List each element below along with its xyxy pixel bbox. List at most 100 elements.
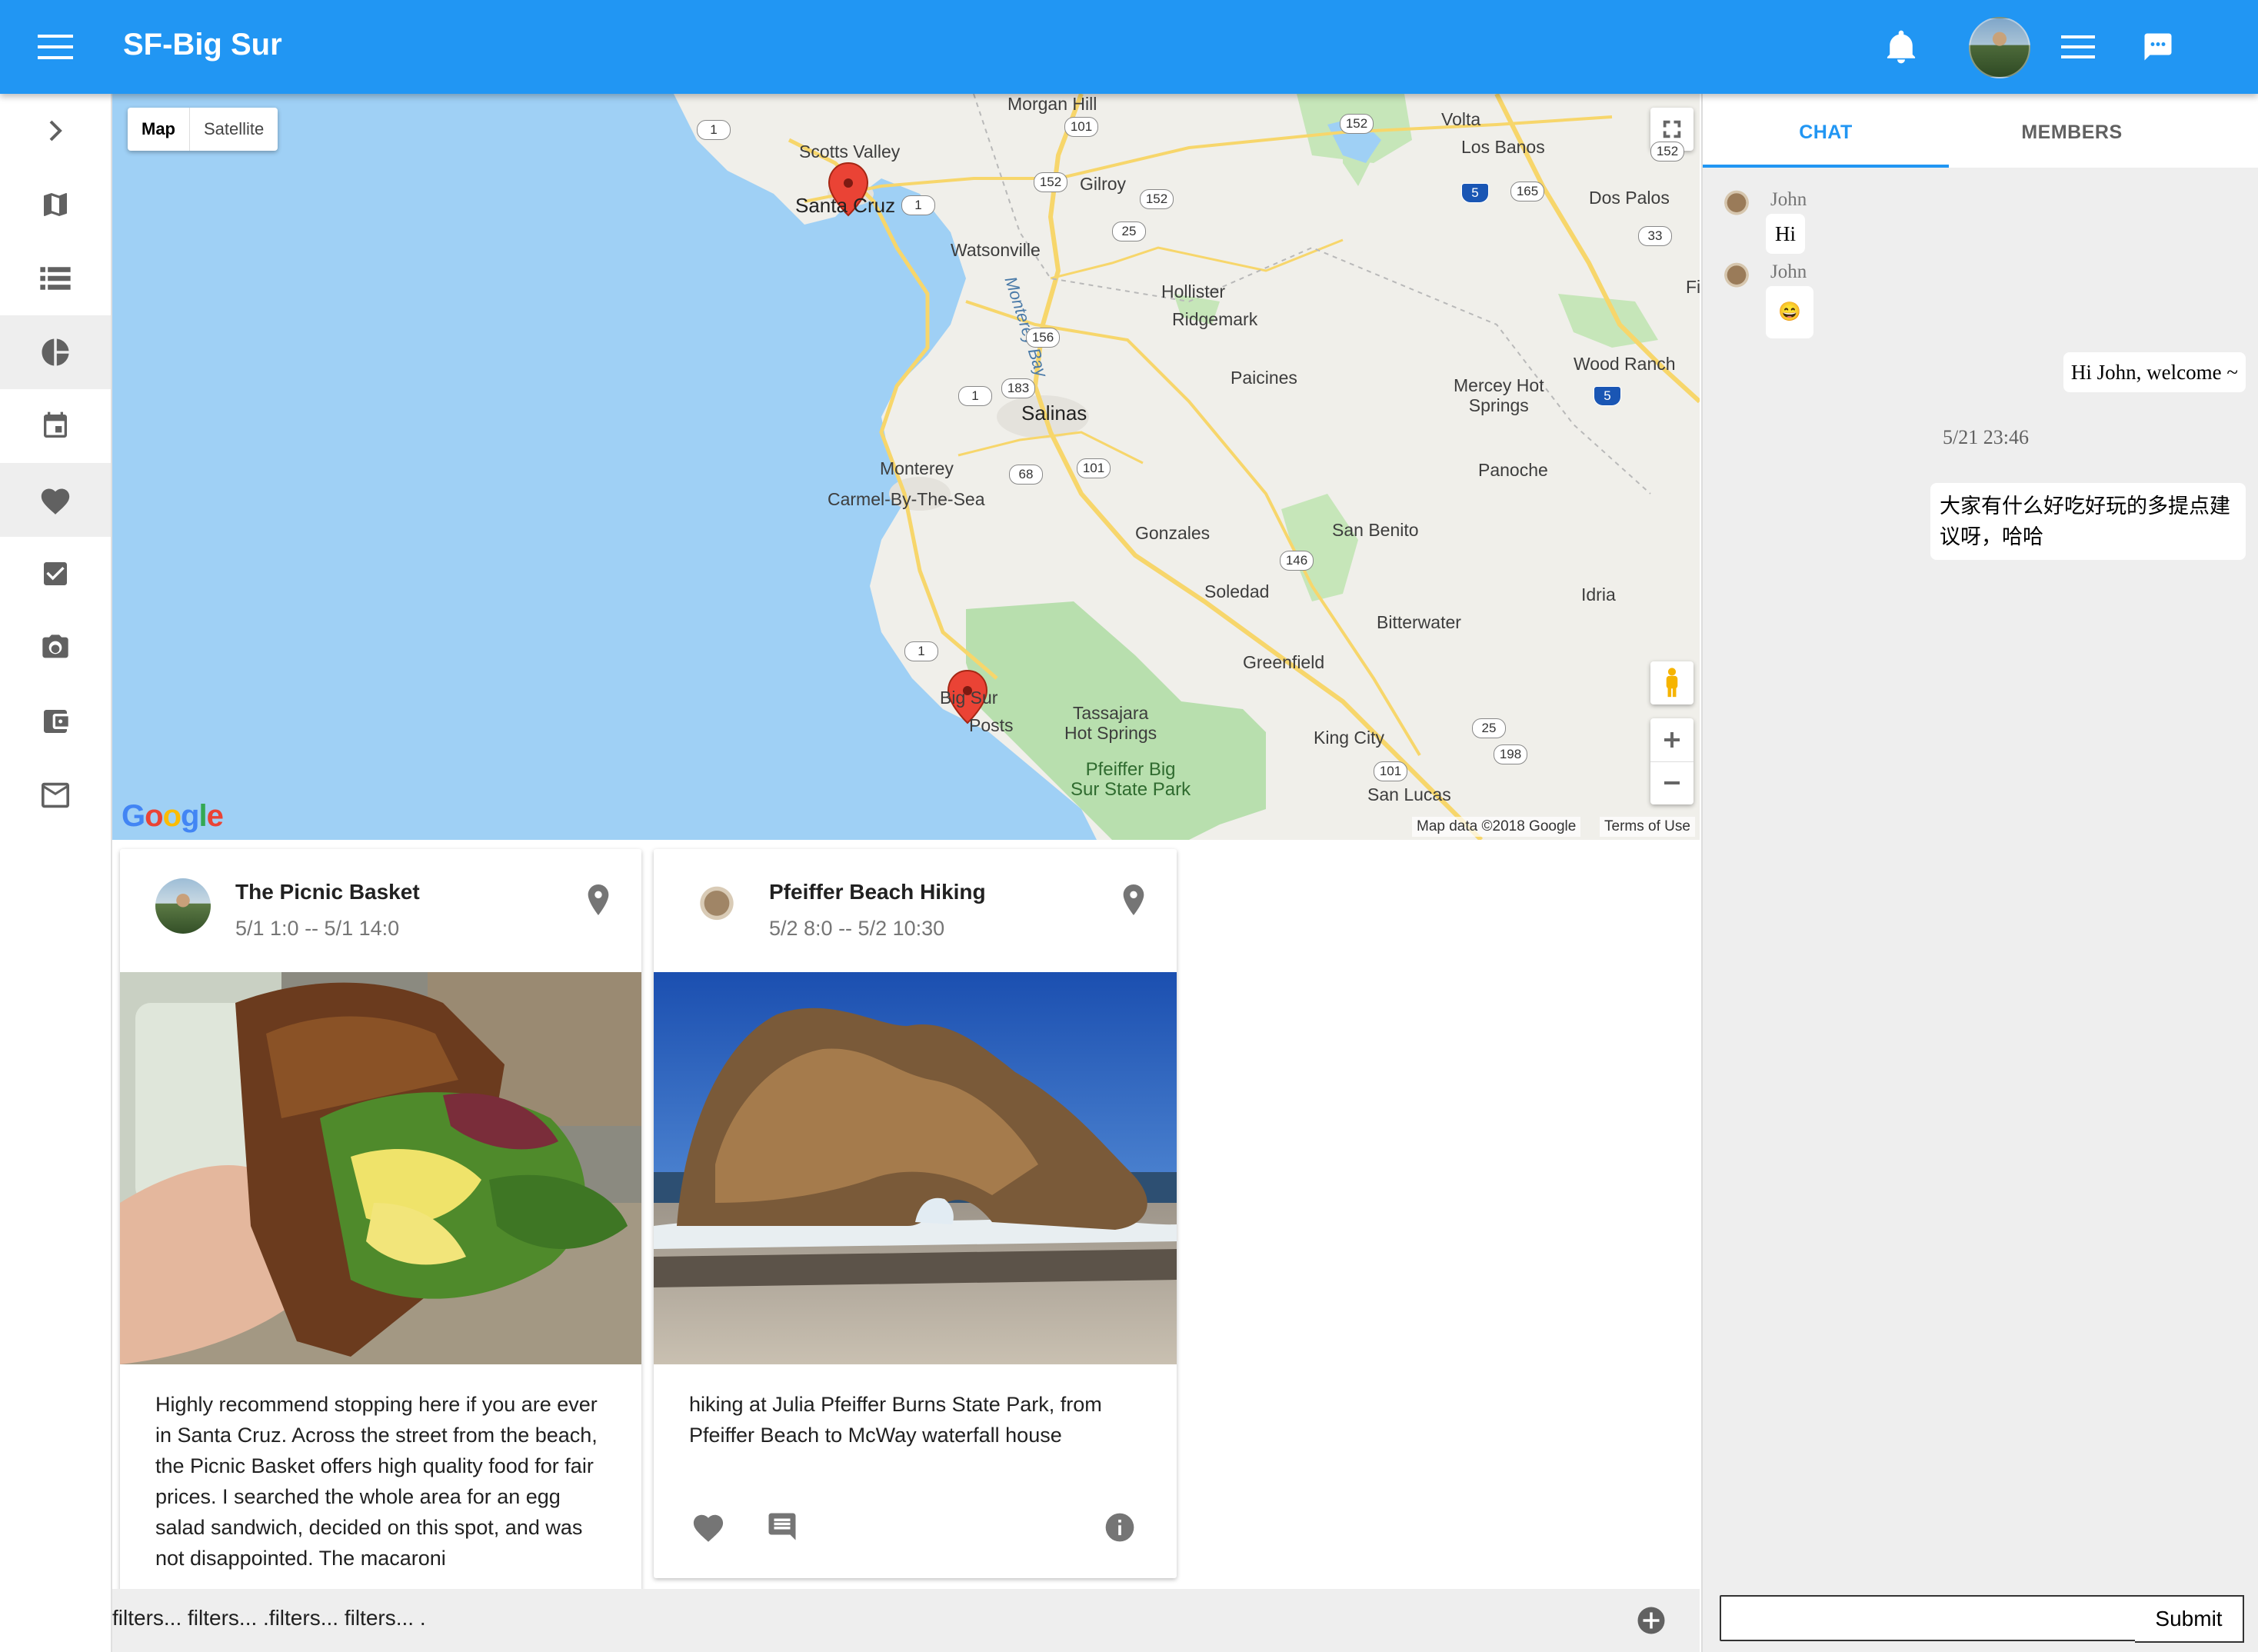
- sidebar-expand-button[interactable]: [0, 94, 111, 168]
- map-label: Greenfield: [1243, 652, 1325, 672]
- map-terms-link[interactable]: Terms of Use: [1600, 817, 1695, 837]
- route-shield: 101: [1064, 117, 1098, 137]
- route-shield: 68: [1009, 465, 1043, 485]
- zoom-out-button[interactable]: [1650, 762, 1694, 805]
- map-label: Salinas: [1021, 401, 1087, 425]
- route-shield: 5: [1461, 183, 1489, 203]
- calendar-icon: [44, 411, 67, 438]
- avatar: [689, 878, 744, 934]
- sidebar-item-favorites[interactable]: [0, 463, 111, 537]
- map-type-satellite-button[interactable]: Satellite: [189, 108, 278, 151]
- map-label: Paicines: [1231, 368, 1297, 388]
- mail-icon: [42, 782, 69, 808]
- map-label: Big Sur: [940, 688, 998, 708]
- card-title: The Picnic Basket: [235, 880, 420, 904]
- tab-chat[interactable]: CHAT: [1703, 94, 1949, 168]
- card-description: hiking at Julia Pfeiffer Burns State Par…: [689, 1393, 1102, 1447]
- minus-icon: [1664, 781, 1680, 785]
- event-card[interactable]: Pfeiffer Beach Hiking 5/2 8:0 -- 5/2 10:…: [654, 849, 1177, 1578]
- route-shield: 1: [697, 120, 731, 140]
- map-credit: Map data ©2018 Google: [1412, 817, 1581, 837]
- like-button[interactable]: [691, 1510, 726, 1547]
- filter-text[interactable]: filters... filters... .filters... filter…: [112, 1606, 426, 1630]
- chat-tabs: CHAT MEMBERS: [1703, 94, 2258, 168]
- route-shield: 25: [1112, 221, 1146, 241]
- map-view[interactable]: Map Satellite Morgan Hill Scotts Valley …: [112, 94, 1700, 840]
- map-label: Santa Cruz: [795, 194, 896, 217]
- comment-button[interactable]: [766, 1510, 798, 1547]
- avatar: [1718, 186, 1755, 223]
- sidebar-item-tasks[interactable]: [0, 537, 111, 611]
- route-shield: 152: [1650, 142, 1684, 162]
- plus-icon: [1664, 731, 1680, 748]
- chat-panel: CHAT MEMBERS John Hi John 😄 Hi John, wel…: [1701, 94, 2258, 1652]
- route-shield: 146: [1280, 551, 1314, 571]
- card-title: Pfeiffer Beach Hiking: [769, 880, 986, 904]
- message-bubble: Hi: [1766, 214, 1805, 254]
- map-label: Dos Palos: [1589, 188, 1670, 208]
- avatar[interactable]: [1969, 17, 2030, 78]
- sidebar-item-map[interactable]: [0, 168, 111, 241]
- sidebar-item-mail[interactable]: [0, 758, 111, 832]
- map-label: San Lucas: [1367, 784, 1451, 804]
- sidebar-item-calendar[interactable]: [0, 389, 111, 463]
- app-bar: SF-Big Sur: [0, 0, 2258, 94]
- route-shield: 25: [1472, 718, 1506, 738]
- route-shield: 1: [958, 386, 992, 406]
- list-menu-icon[interactable]: [2055, 24, 2101, 70]
- map-label: San Benito: [1332, 520, 1419, 540]
- card-description: Highly recommend stopping here if you ar…: [155, 1393, 598, 1570]
- map-type-map-button[interactable]: Map: [128, 108, 189, 151]
- avatar: [155, 878, 211, 934]
- map-label: Gilroy: [1080, 174, 1127, 194]
- map-label: Pfeiffer Big Sur State Park: [1071, 759, 1191, 800]
- location-pin-icon[interactable]: [586, 883, 611, 921]
- card-time: 5/1 1:0 -- 5/1 14:0: [235, 917, 400, 940]
- add-filter-button[interactable]: [1635, 1604, 1667, 1640]
- camera-icon: [42, 634, 68, 658]
- map-label: Mercey Hot Springs: [1454, 375, 1544, 415]
- comment-icon: [768, 1513, 796, 1540]
- avatar: [1718, 258, 1755, 295]
- route-shield: 156: [1026, 328, 1060, 348]
- sidebar-item-pie-chart[interactable]: [0, 315, 111, 389]
- map-label: King City: [1314, 728, 1385, 748]
- chat-icon[interactable]: [2135, 24, 2181, 70]
- tab-members[interactable]: MEMBERS: [1949, 94, 2195, 168]
- route-shield: 33: [1638, 226, 1672, 246]
- sidebar-item-photos[interactable]: [0, 611, 111, 684]
- filter-bar: filters... filters... .filters... filter…: [112, 1589, 1700, 1652]
- route-shield: 152: [1140, 189, 1174, 209]
- map-label: Panoche: [1478, 460, 1548, 480]
- map-label: Watsonville: [951, 240, 1041, 260]
- map-label: Idria: [1581, 585, 1616, 605]
- chat-input[interactable]: [1720, 1595, 2138, 1641]
- checkbox-icon: [44, 562, 67, 585]
- info-button[interactable]: [1103, 1510, 1137, 1548]
- menu-icon[interactable]: [32, 24, 78, 70]
- sidebar-item-wallet[interactable]: [0, 684, 111, 758]
- route-shield: 1: [904, 641, 938, 661]
- fullscreen-icon: [1663, 120, 1681, 138]
- map-label: Posts: [969, 715, 1014, 735]
- map-label: Scotts Valley: [799, 142, 901, 162]
- route-shield: 183: [1001, 378, 1035, 398]
- zoom-in-button[interactable]: [1650, 718, 1694, 762]
- bell-icon[interactable]: [1878, 24, 1924, 70]
- route-shield: 1: [901, 195, 935, 215]
- map-label: Volta: [1441, 109, 1481, 129]
- event-card[interactable]: The Picnic Basket 5/1 1:0 -- 5/1 14:0 Hi…: [120, 849, 641, 1618]
- sidebar-item-list[interactable]: [0, 241, 111, 315]
- location-pin-icon[interactable]: [1121, 883, 1146, 921]
- message-bubble: 😄: [1766, 286, 1813, 338]
- map-label: Soledad: [1204, 581, 1270, 601]
- card-time: 5/2 8:0 -- 5/2 10:30: [769, 917, 945, 940]
- map-label: Ridgemark: [1172, 309, 1258, 329]
- card-photo-sandwich: [120, 972, 641, 1364]
- map-label: Morgan Hill: [1007, 94, 1097, 114]
- map-label: Tassajara Hot Springs: [1064, 703, 1157, 743]
- street-view-button[interactable]: [1650, 661, 1694, 704]
- submit-button[interactable]: Submit: [2135, 1595, 2244, 1643]
- own-message-bubble: Hi John, welcome ~: [2063, 352, 2246, 392]
- list-icon: [40, 267, 71, 290]
